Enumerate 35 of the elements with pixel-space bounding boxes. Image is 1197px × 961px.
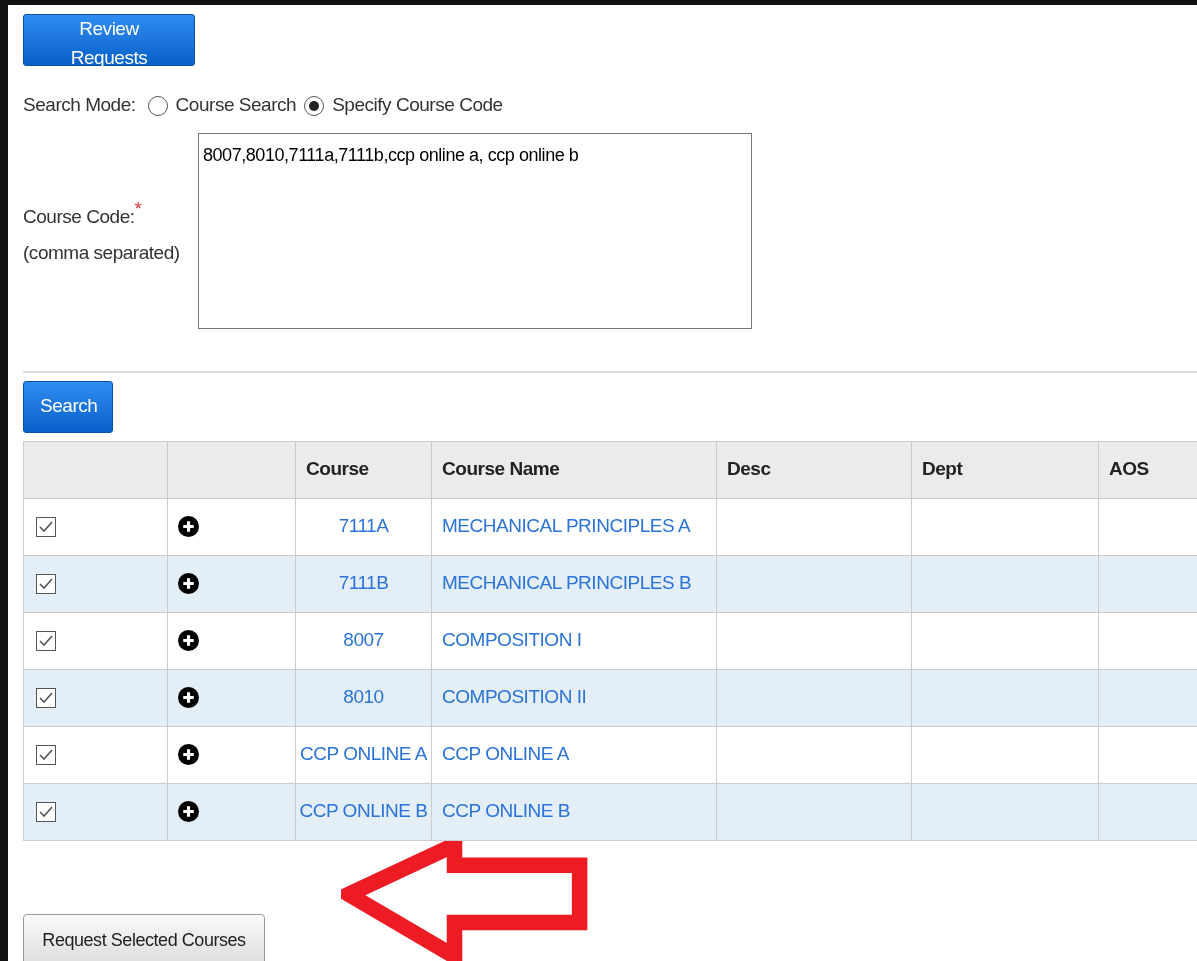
course-name-link[interactable]: CCP ONLINE A — [442, 743, 569, 765]
plus-circle-icon[interactable] — [178, 801, 199, 822]
search-button[interactable]: Search — [23, 380, 113, 433]
plus-circle-icon[interactable] — [178, 687, 199, 708]
checkbox[interactable] — [36, 630, 56, 651]
course-link[interactable]: 7111A — [338, 515, 389, 537]
checkbox[interactable] — [36, 573, 56, 594]
course-link[interactable]: 7111B — [338, 572, 389, 594]
course-code-field[interactable]: 8007,8010,7111a,7111b,ccp online a, ccp online b — [198, 132, 752, 329]
course-name-link[interactable]: COMPOSITION I — [442, 629, 582, 651]
checkbox[interactable] — [36, 516, 56, 537]
review-requests-button[interactable]: Review Requests — [23, 14, 195, 66]
radio-label[interactable]: Course Search — [175, 91, 297, 120]
course-link[interactable]: 8007 — [343, 629, 384, 651]
checkbox[interactable] — [36, 744, 56, 765]
plus-circle-icon[interactable] — [178, 573, 199, 594]
plus-circle-icon[interactable] — [178, 744, 199, 765]
course-name-link[interactable]: COMPOSITION II — [442, 686, 587, 708]
column-header: Course — [306, 458, 369, 480]
plus-circle-icon[interactable] — [178, 516, 199, 537]
checkbox[interactable] — [36, 687, 56, 708]
request-selected-courses-button[interactable]: Request Selected Courses — [23, 913, 265, 961]
required-mark: * — [134, 196, 142, 221]
course-code-label: Course Code: — [23, 204, 135, 229]
course-code-hint: (comma separated) — [23, 241, 181, 265]
column-header: AOS — [1109, 458, 1149, 480]
column-header: Course Name — [442, 458, 560, 480]
column-header: Desc — [727, 458, 771, 480]
radio-label[interactable]: Specify Course Code — [332, 91, 503, 120]
checkbox[interactable] — [36, 801, 56, 822]
search-mode-label: Search Mode: — [23, 93, 136, 118]
course-link[interactable]: 8010 — [343, 686, 384, 708]
course-name-link[interactable]: CCP ONLINE B — [442, 800, 571, 822]
column-header: Dept — [922, 458, 963, 480]
plus-circle-icon[interactable] — [178, 630, 199, 651]
